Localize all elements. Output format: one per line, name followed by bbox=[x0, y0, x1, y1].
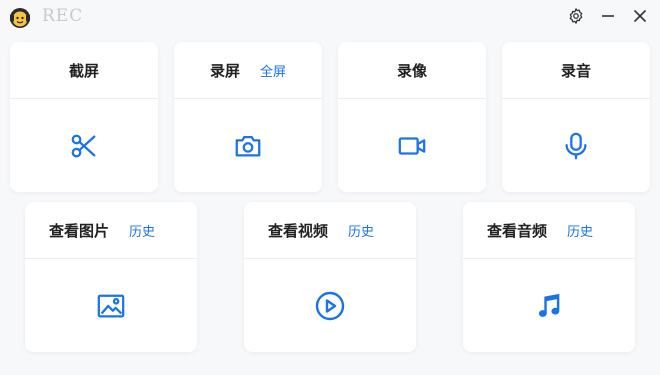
view-audio-action[interactable] bbox=[463, 259, 635, 352]
gear-icon bbox=[569, 8, 583, 24]
audio-history-link[interactable]: 历史 bbox=[567, 221, 593, 240]
view-images-card[interactable]: 查看图片 历史 bbox=[25, 202, 197, 352]
fullscreen-link[interactable]: 全屏 bbox=[260, 61, 286, 80]
card-header: 查看图片 历史 bbox=[25, 202, 197, 259]
screen-record-action[interactable] bbox=[174, 99, 322, 192]
audio-record-action[interactable] bbox=[502, 99, 650, 192]
close-icon bbox=[633, 9, 647, 23]
card-header: 查看视频 历史 bbox=[244, 202, 416, 259]
screenshot-action[interactable] bbox=[10, 99, 158, 192]
video-record-card[interactable]: 录像 bbox=[338, 42, 486, 192]
title-bar: REC bbox=[0, 0, 660, 32]
app-title: REC bbox=[42, 6, 84, 26]
play-circle-icon bbox=[315, 291, 345, 320]
scissors-icon bbox=[71, 134, 96, 157]
minimize-button[interactable] bbox=[597, 5, 619, 27]
audio-record-card[interactable]: 录音 bbox=[502, 42, 650, 192]
screenshot-card[interactable]: 截屏 bbox=[10, 42, 158, 192]
video-record-action[interactable] bbox=[338, 99, 486, 192]
card-header: 查看音频 历史 bbox=[463, 202, 635, 259]
settings-button[interactable] bbox=[565, 5, 587, 27]
video-camera-icon bbox=[398, 136, 426, 155]
minimize-icon bbox=[602, 15, 614, 17]
close-button[interactable] bbox=[629, 5, 651, 27]
camera-icon bbox=[235, 135, 261, 156]
card-header: 录像 bbox=[338, 42, 486, 99]
card-header: 录屏 全屏 bbox=[174, 42, 322, 99]
view-audio-card[interactable]: 查看音频 历史 bbox=[463, 202, 635, 352]
card-title: 查看视频 bbox=[268, 221, 329, 240]
video-history-link[interactable]: 历史 bbox=[348, 221, 374, 240]
image-icon bbox=[97, 294, 125, 317]
card-title: 录屏 bbox=[209, 61, 240, 80]
card-title: 截屏 bbox=[68, 61, 99, 80]
app-logo-icon bbox=[10, 8, 30, 28]
microphone-icon bbox=[565, 132, 587, 159]
view-videos-action[interactable] bbox=[244, 259, 416, 352]
card-header: 截屏 bbox=[10, 42, 158, 99]
image-history-link[interactable]: 历史 bbox=[129, 221, 155, 240]
music-note-icon bbox=[538, 293, 560, 317]
card-title: 查看图片 bbox=[49, 221, 110, 240]
card-title: 查看音频 bbox=[487, 221, 548, 240]
card-title: 录像 bbox=[396, 61, 427, 80]
card-title: 录音 bbox=[560, 61, 591, 80]
view-videos-card[interactable]: 查看视频 历史 bbox=[244, 202, 416, 352]
view-images-action[interactable] bbox=[25, 259, 197, 352]
card-header: 录音 bbox=[502, 42, 650, 99]
screen-record-card[interactable]: 录屏 全屏 bbox=[174, 42, 322, 192]
